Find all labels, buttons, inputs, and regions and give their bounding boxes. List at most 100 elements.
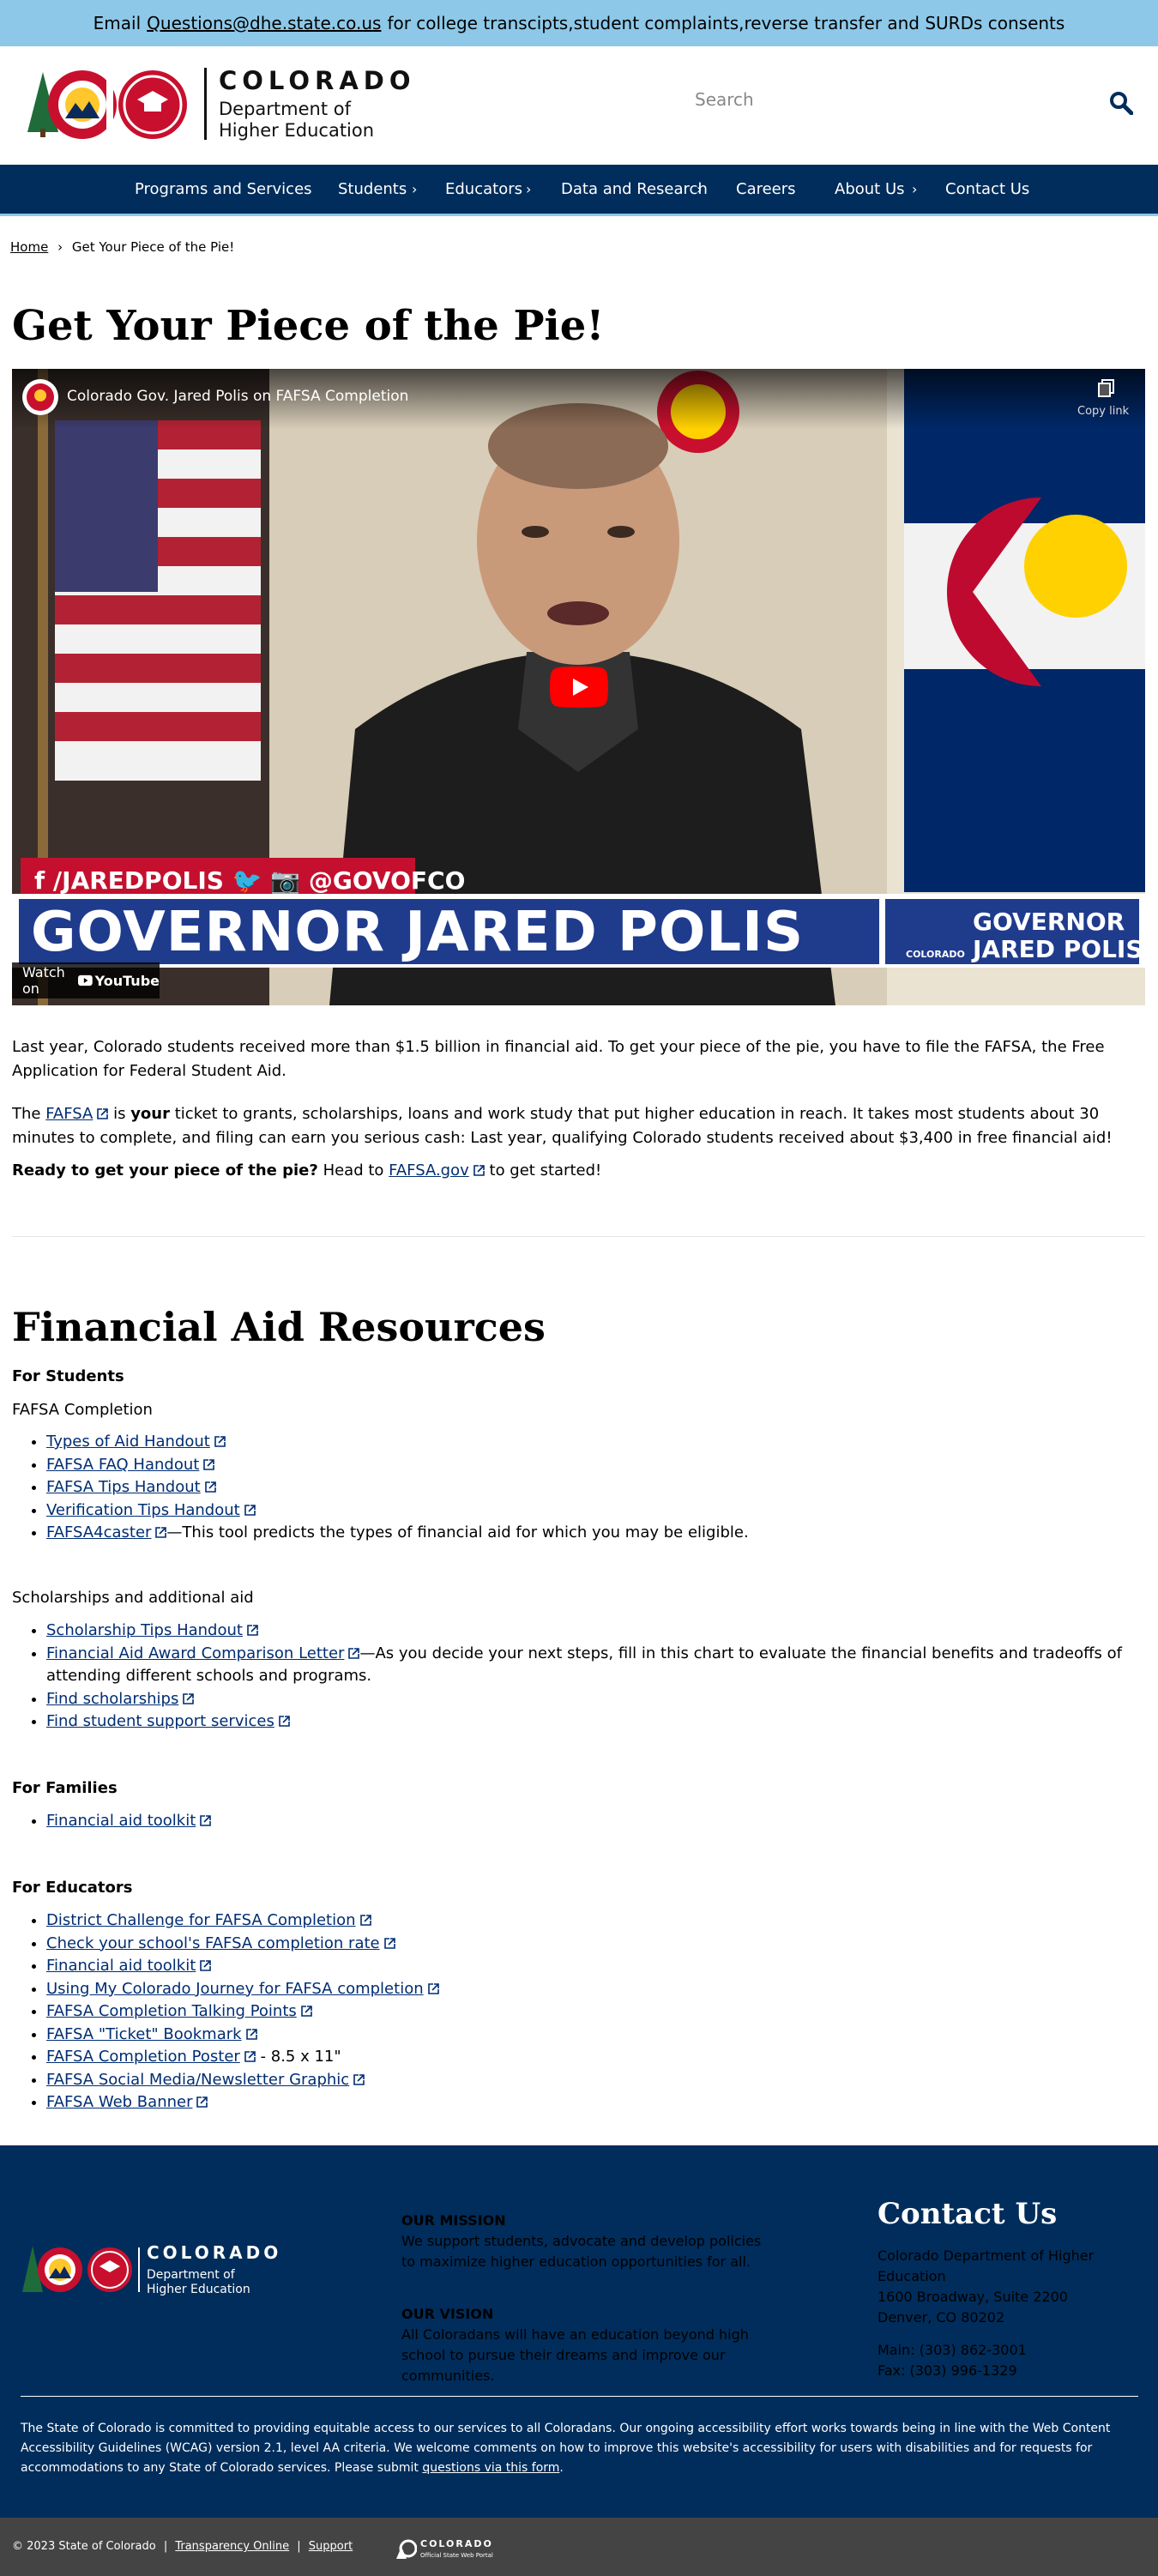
- intro-p3-b: to get started!: [489, 1161, 602, 1179]
- fafsa-link[interactable]: FAFSA: [45, 1105, 93, 1123]
- watch-on-label: Watch on: [22, 964, 65, 997]
- copyright: © 2023 State of Colorado: [12, 2540, 156, 2553]
- breadcrumb-current: Get Your Piece of the Pie!: [71, 239, 235, 255]
- mission-title: OUR MISSION: [401, 2212, 506, 2229]
- list-item: FAFSA Completion Poster - 8.5 x 11": [46, 2046, 1144, 2069]
- resource-link[interactable]: Find scholarships: [46, 1690, 178, 1708]
- resource-link[interactable]: Types of Aid Handout: [46, 1433, 210, 1451]
- resource-link[interactable]: Scholarship Tips Handout: [46, 1621, 243, 1639]
- separator: |: [163, 2540, 168, 2553]
- bottom-bar: © 2023 State of Colorado | Transparency …: [0, 2518, 1158, 2576]
- copy-link-label[interactable]: Copy link: [1077, 405, 1129, 418]
- resource-link[interactable]: Financial aid toolkit: [46, 1957, 196, 1975]
- external-link-icon: [204, 1481, 216, 1493]
- accessibility-text: The State of Colorado is committed to pr…: [21, 2422, 1111, 2475]
- resource-link[interactable]: FAFSA FAQ Handout: [46, 1456, 199, 1474]
- intro-p3-bold: Ready to get your piece of the pie?: [12, 1161, 318, 1179]
- fafsa-completion-heading: FAFSA Completion: [12, 1401, 153, 1419]
- footer-logo-state: COLORADO: [147, 2242, 282, 2263]
- external-link-icon: [473, 1165, 485, 1176]
- external-link-icon: [247, 1625, 258, 1636]
- external-link-icon: [348, 1647, 360, 1659]
- nav-contact-us[interactable]: Contact Us: [945, 180, 1029, 198]
- contact-fax: Fax: (303) 996-1329: [878, 2362, 1017, 2379]
- external-link-icon: [200, 1815, 212, 1826]
- intro-p2-bold: your: [130, 1105, 170, 1123]
- resource-link[interactable]: FAFSA Social Media/Newsletter Graphic: [46, 2071, 349, 2089]
- contact-block: Colorado Department of Higher Education …: [878, 2246, 1143, 2381]
- accessibility-form-link[interactable]: questions via this form: [422, 2461, 559, 2475]
- list-item: Check your school's FAFSA completion rat…: [46, 1933, 1144, 1956]
- nav-students[interactable]: Students: [338, 180, 407, 198]
- transparency-online-link[interactable]: Transparency Online: [175, 2540, 289, 2553]
- resource-link[interactable]: FAFSA Tips Handout: [46, 1478, 201, 1496]
- list-item: Scholarship Tips Handout: [46, 1620, 1144, 1643]
- resource-link[interactable]: Financial Aid Award Comparison Letter: [46, 1644, 344, 1662]
- section-divider: [12, 1236, 1145, 1237]
- resource-link[interactable]: Using My Colorado Journey for FAFSA comp…: [46, 1980, 424, 1998]
- resource-link[interactable]: FAFSA4caster: [46, 1523, 151, 1541]
- page-title: Get Your Piece of the Pie!: [12, 302, 605, 350]
- resource-link[interactable]: Verification Tips Handout: [46, 1501, 240, 1519]
- site-header: COLORADO Department of Higher Education: [0, 46, 1158, 165]
- list-item: FAFSA Completion Talking Points: [46, 2000, 1144, 2024]
- search-input[interactable]: Search: [695, 89, 754, 110]
- intro-p2-b: is: [113, 1105, 126, 1123]
- search-icon[interactable]: [1109, 91, 1133, 115]
- mission-text: We support students, advocate and develo…: [401, 2233, 762, 2270]
- main-nav: Programs and Services Students › Educato…: [0, 165, 1158, 216]
- nav-about-us[interactable]: About Us: [835, 180, 905, 198]
- resource-link[interactable]: Financial aid toolkit: [46, 1812, 196, 1830]
- resource-link[interactable]: District Challenge for FAFSA Completion: [46, 1911, 356, 1929]
- resource-link[interactable]: FAFSA "Ticket" Bookmark: [46, 2025, 242, 2043]
- breadcrumb-home[interactable]: Home: [10, 239, 48, 255]
- nav-data-and-research[interactable]: Data and Research: [561, 180, 708, 198]
- mission-block: OUR MISSION We support students, advocat…: [401, 2211, 770, 2272]
- footer-divider: [21, 2396, 1138, 2397]
- video-player[interactable]: f /JAREDPOLIS 🐦 📷 @GOVOFCO GOVERNOR JARE…: [12, 369, 1145, 1005]
- state-portal-logo-icon[interactable]: [391, 2537, 417, 2562]
- watch-on-youtube-button[interactable]: Watch on YouTube: [12, 962, 160, 998]
- state-portal-sub: Official State Web Portal: [420, 2552, 493, 2559]
- chevron-right-icon[interactable]: ›: [697, 181, 702, 197]
- channel-avatar[interactable]: [22, 379, 58, 415]
- external-link-icon: [244, 1504, 256, 1516]
- resource-link[interactable]: FAFSA Completion Poster: [46, 2048, 240, 2066]
- list-item: FAFSA "Ticket" Bookmark: [46, 2024, 1144, 2047]
- resource-link[interactable]: Check your school's FAFSA completion rat…: [46, 1934, 380, 1952]
- breadcrumb-separator: ›: [57, 239, 63, 255]
- resource-link[interactable]: FAFSA Web Banner: [46, 2093, 192, 2111]
- resource-description: - 8.5 x 11": [255, 2048, 341, 2066]
- resource-link[interactable]: Find student support services: [46, 1712, 274, 1730]
- state-portal-name: COLORADO: [420, 2538, 493, 2549]
- nav-careers[interactable]: Careers: [736, 180, 796, 198]
- contact-address-2: Denver, CO 80202: [878, 2309, 1005, 2326]
- vision-text: All Coloradans will have an education be…: [401, 2326, 749, 2384]
- chevron-right-icon[interactable]: ›: [912, 181, 917, 197]
- support-link[interactable]: Support: [309, 2540, 353, 2553]
- intro-paragraph-3: Ready to get your piece of the pie? Head…: [12, 1159, 1144, 1183]
- external-link-icon: [427, 1982, 439, 1994]
- logo-state: COLORADO: [219, 66, 416, 95]
- nav-programs-and-services[interactable]: Programs and Services: [135, 180, 312, 198]
- cdhe-logo[interactable]: COLORADO Department of Higher Education: [24, 65, 416, 142]
- play-button-icon[interactable]: [550, 667, 608, 708]
- scholarship-links-list: Scholarship Tips Handout Financial Aid Aw…: [46, 1620, 1144, 1734]
- fafsa-gov-link[interactable]: FAFSA.gov: [389, 1161, 469, 1179]
- resource-description: —This tool predicts the types of financi…: [166, 1523, 749, 1541]
- external-link-icon: [300, 2006, 312, 2017]
- resource-link[interactable]: FAFSA Completion Talking Points: [46, 2002, 297, 2020]
- chevron-right-icon[interactable]: ›: [526, 181, 531, 197]
- chevron-right-icon[interactable]: ›: [412, 181, 417, 197]
- contact-main-phone[interactable]: Main: (303) 862-3001: [878, 2340, 1143, 2361]
- list-item: FAFSA4caster —This tool predicts the type…: [46, 1522, 1144, 1545]
- educator-links-list: District Challenge for FAFSA Completion C…: [46, 1909, 1144, 2114]
- announcement-email-link[interactable]: Questions@dhe.state.co.us: [147, 13, 381, 33]
- intro-p2-a: The: [12, 1105, 41, 1123]
- list-item: Financial aid toolkit: [46, 1955, 1144, 1978]
- contact-org: Colorado Department of Higher Education: [878, 2247, 1095, 2284]
- video-title[interactable]: Colorado Gov. Jared Polis on FAFSA Compl…: [67, 388, 408, 405]
- youtube-logo-icon: [77, 974, 93, 986]
- copy-icon[interactable]: [1098, 379, 1115, 398]
- nav-educators[interactable]: Educators: [445, 180, 522, 198]
